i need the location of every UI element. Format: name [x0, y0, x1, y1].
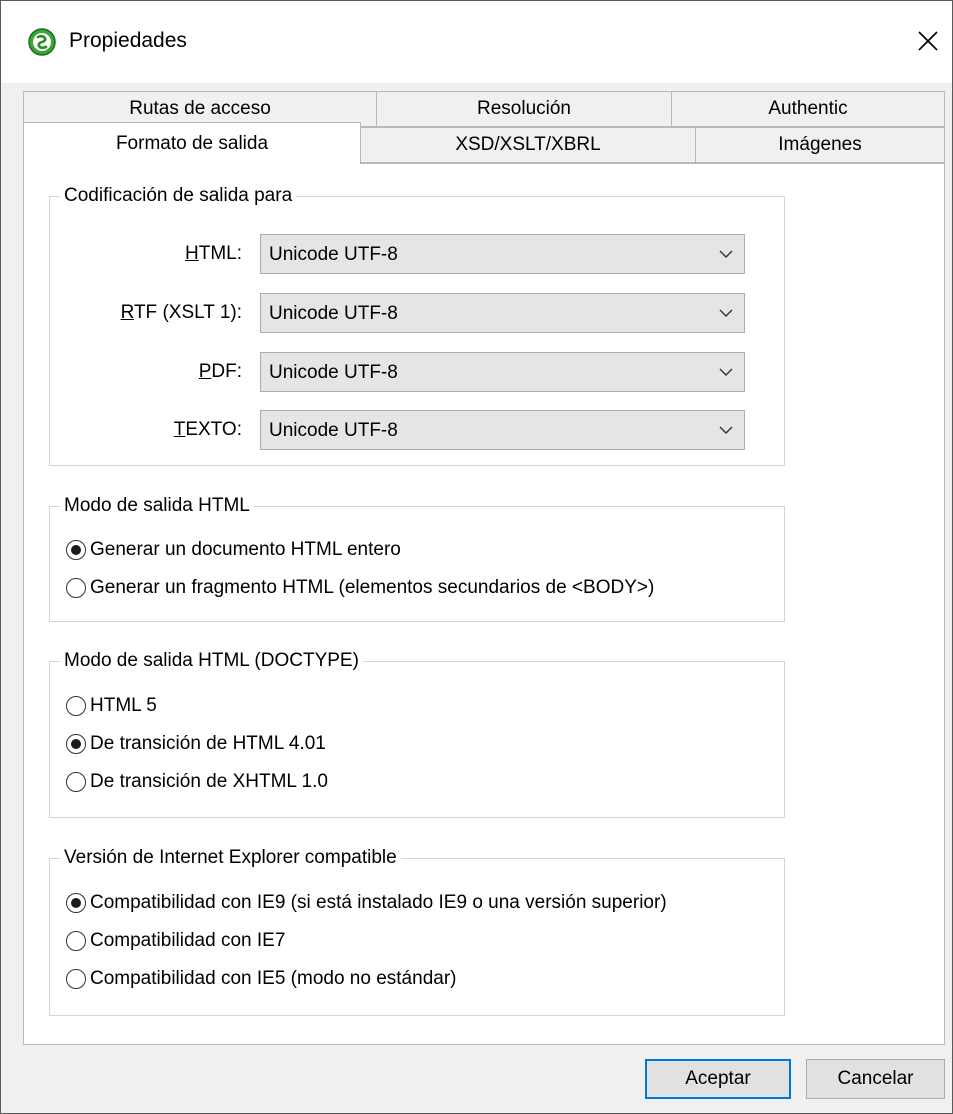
tab-label: XSD/XSLT/XBRL	[455, 134, 601, 155]
button-label: Aceptar	[685, 1068, 751, 1089]
button-label: Cancelar	[837, 1068, 914, 1089]
radio-ie7[interactable]: Compatibilidad con IE7	[66, 927, 285, 955]
doctype-mode-group: Modo de salida HTML (DOCTYPE) HTML 5 De …	[49, 649, 785, 818]
radio-label: Compatibilidad con IE9 (si está instalad…	[90, 892, 667, 913]
radio-ie9[interactable]: Compatibilidad con IE9 (si está instalad…	[66, 889, 667, 917]
group-legend: Versión de Internet Explorer compatible	[60, 846, 401, 870]
tab-label: Authentic	[768, 98, 848, 119]
tab-resolucion[interactable]: Resolución	[376, 91, 672, 127]
radio-fragment[interactable]: Generar un fragmento HTML (elementos sec…	[66, 574, 654, 602]
encoding-row-pdf: PDF: Unicode UTF-8	[50, 352, 784, 392]
field-label: TEXTO:	[173, 419, 242, 440]
tab-authentic[interactable]: Authentic	[671, 91, 945, 127]
chevron-down-icon	[719, 250, 733, 258]
radio-button-icon	[66, 578, 86, 598]
tab-xsd-xslt-xbrl[interactable]: XSD/XSLT/XBRL	[360, 127, 696, 163]
encoding-row-rtf: RTF (XSLT 1): Unicode UTF-8	[50, 293, 784, 333]
radio-button-icon	[66, 969, 86, 989]
radio-html401-transitional[interactable]: De transición de HTML 4.01	[66, 730, 326, 758]
radio-xhtml10-transitional[interactable]: De transición de XHTML 1.0	[66, 768, 328, 796]
properties-dialog: Propiedades Rutas de acceso Resolución A…	[0, 0, 953, 1114]
tab-panel-formato-de-salida: Codificación de salida para HTML: Unicod…	[23, 163, 945, 1045]
radio-label: De transición de XHTML 1.0	[90, 771, 328, 792]
tab-label: Rutas de acceso	[129, 98, 271, 119]
pdf-encoding-select[interactable]: Unicode UTF-8	[260, 352, 745, 392]
title-bar: Propiedades	[1, 1, 952, 83]
encoding-row-texto: TEXTO: Unicode UTF-8	[50, 410, 784, 450]
field-label: RTF (XSLT 1):	[120, 302, 242, 323]
radio-label: Generar un documento HTML entero	[90, 539, 401, 560]
radio-ie5[interactable]: Compatibilidad con IE5 (modo no estándar…	[66, 965, 456, 993]
radio-label: Compatibilidad con IE5 (modo no estándar…	[90, 968, 457, 989]
tab-formato-de-salida[interactable]: Formato de salida	[23, 122, 361, 164]
tab-label: Imágenes	[778, 134, 862, 155]
radio-button-icon	[66, 734, 86, 754]
encoding-row-html: HTML: Unicode UTF-8	[50, 234, 784, 274]
radio-label: De transición de HTML 4.01	[90, 733, 326, 754]
group-legend: Codificación de salida para	[60, 184, 297, 208]
field-label: PDF:	[198, 361, 242, 382]
close-button[interactable]	[906, 19, 950, 63]
radio-button-icon	[66, 772, 86, 792]
radio-button-icon	[66, 540, 86, 560]
tab-label: Formato de salida	[115, 132, 269, 154]
chevron-down-icon	[719, 309, 733, 317]
radio-button-icon	[66, 893, 86, 913]
select-value: Unicode UTF-8	[269, 420, 398, 441]
select-value: Unicode UTF-8	[269, 244, 398, 265]
select-value: Unicode UTF-8	[269, 303, 398, 324]
radio-label: Compatibilidad con IE7	[90, 930, 286, 951]
rtf-encoding-select[interactable]: Unicode UTF-8	[260, 293, 745, 333]
close-icon	[918, 31, 938, 51]
chevron-down-icon	[719, 368, 733, 376]
texto-encoding-select[interactable]: Unicode UTF-8	[260, 410, 745, 450]
html-encoding-select[interactable]: Unicode UTF-8	[260, 234, 745, 274]
field-label: HTML:	[184, 243, 242, 264]
ok-button[interactable]: Aceptar	[645, 1059, 791, 1099]
altova-logo-icon	[28, 28, 56, 56]
cancel-button[interactable]: Cancelar	[806, 1059, 945, 1099]
group-legend: Modo de salida HTML (DOCTYPE)	[60, 649, 363, 673]
radio-html5[interactable]: HTML 5	[66, 692, 157, 720]
radio-button-icon	[66, 931, 86, 951]
group-legend: Modo de salida HTML	[60, 494, 254, 518]
tab-imagenes[interactable]: Imágenes	[695, 127, 945, 163]
select-value: Unicode UTF-8	[269, 362, 398, 383]
radio-full-document[interactable]: Generar un documento HTML entero	[66, 536, 401, 564]
radio-button-icon	[66, 696, 86, 716]
tab-label: Resolución	[477, 98, 571, 119]
html-output-mode-group: Modo de salida HTML Generar un documento…	[49, 494, 785, 622]
chevron-down-icon	[719, 426, 733, 434]
window-title: Propiedades	[69, 29, 187, 52]
radio-label: Generar un fragmento HTML (elementos sec…	[90, 577, 655, 598]
output-encoding-group: Codificación de salida para HTML: Unicod…	[49, 184, 785, 466]
radio-label: HTML 5	[90, 695, 157, 716]
ie-compat-group: Versión de Internet Explorer compatible …	[49, 846, 785, 1016]
